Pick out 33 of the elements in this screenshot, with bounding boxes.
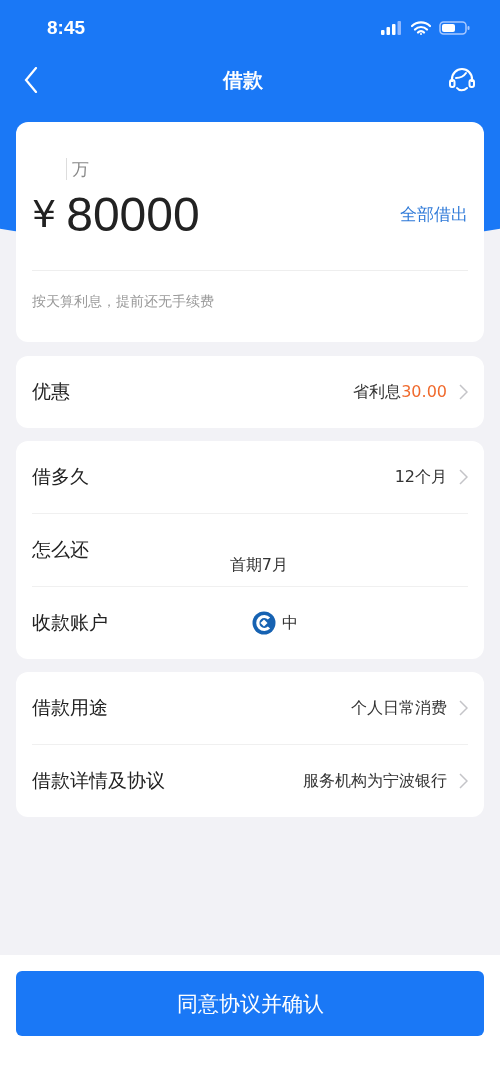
bank-logo-icon — [252, 611, 276, 635]
wifi-icon — [411, 20, 431, 35]
row-value: 首期7月 — [229, 554, 288, 576]
row-label: 借款详情及协议 — [32, 768, 165, 793]
list-row[interactable]: 优惠 省利息30.00 — [32, 356, 468, 428]
list-row[interactable]: 收款账户 中 — [32, 586, 468, 659]
row-label: 借多久 — [32, 464, 89, 489]
list-row[interactable]: 怎么还 首期7月 — [32, 513, 468, 586]
row-value: 中 — [282, 612, 298, 634]
row-label: 怎么还 — [32, 537, 89, 562]
list-row[interactable]: 借多久 12个月 — [32, 441, 468, 513]
headset-icon — [448, 66, 476, 94]
battery-icon — [439, 20, 470, 35]
row-label: 优惠 — [32, 379, 70, 404]
back-icon — [24, 67, 38, 93]
unit-label: 万 — [66, 158, 89, 180]
signal-icon — [381, 20, 403, 35]
row-value: 省利息30.00 — [353, 381, 447, 403]
confirm-button[interactable]: 同意协议并确认 — [16, 971, 484, 1036]
row-label: 借款用途 — [32, 695, 108, 720]
back-button[interactable] — [22, 65, 40, 95]
currency-symbol: ¥ — [32, 192, 57, 236]
row-value: 个人日常消费 — [351, 697, 447, 719]
borrow-all-link[interactable]: 全部借出 — [400, 202, 468, 226]
row-value: 服务机构为宁波银行 — [303, 770, 447, 792]
interest-hint: 按天算利息，提前还无手续费 — [32, 293, 215, 311]
page-title: 借款 — [223, 66, 263, 94]
row-label: 收款账户 — [32, 610, 108, 635]
list-row[interactable]: 借款用途 个人日常消费 — [32, 672, 468, 744]
list-row[interactable]: 借款详情及协议 服务机构为宁波银行 — [32, 744, 468, 817]
amount-input[interactable]: 80000 — [66, 186, 200, 242]
status-time: 8:45 — [47, 16, 86, 39]
row-value: 12个月 — [394, 466, 447, 488]
